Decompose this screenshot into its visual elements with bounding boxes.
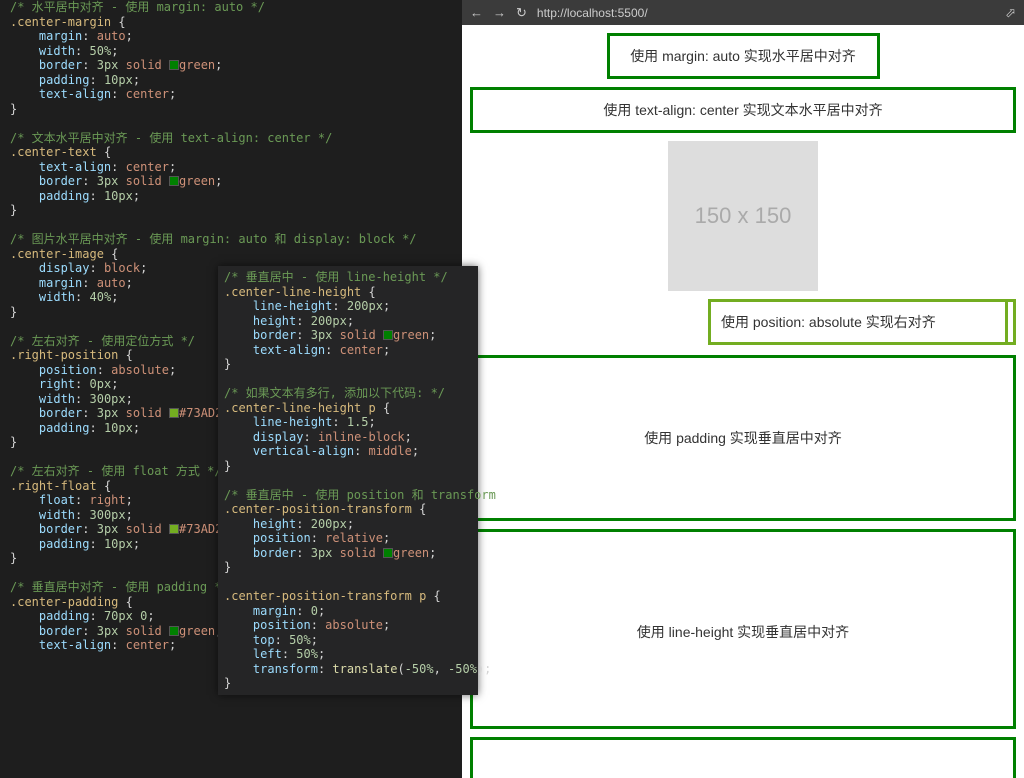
browser-preview: ← → ↻ http://localhost:5500/ ⬀ 使用 margin… bbox=[462, 0, 1024, 778]
rendered-page: 使用 margin: auto 实现水平居中对齐 使用 text-align: … bbox=[462, 25, 1024, 778]
comment: /* 水平居中对齐 - 使用 margin: auto */ bbox=[10, 0, 265, 14]
placeholder-image: 150 x 150 bbox=[668, 141, 818, 291]
nav-back-button[interactable]: ← bbox=[470, 5, 483, 20]
demo-center-image-wrap: 150 x 150 bbox=[470, 141, 1016, 291]
demo-center-transform: 使用 position 和 transform 实现垂直居中对齐 bbox=[470, 737, 1016, 778]
color-swatch-icon bbox=[383, 330, 393, 340]
demo-center-lineheight: 使用 line-height 实现垂直居中对齐 bbox=[470, 529, 1016, 729]
demo-center-padding: 使用 padding 实现垂直居中对齐 bbox=[470, 355, 1016, 521]
address-bar[interactable]: http://localhost:5500/ bbox=[537, 6, 995, 20]
nav-forward-button[interactable]: → bbox=[493, 5, 506, 20]
demo-center-margin: 使用 margin: auto 实现水平居中对齐 bbox=[607, 33, 880, 79]
color-swatch-icon bbox=[169, 524, 179, 534]
color-swatch-icon bbox=[383, 548, 393, 558]
demo-center-text: 使用 text-align: center 实现文本水平居中对齐 bbox=[470, 87, 1016, 133]
code-editor: /* 水平居中对齐 - 使用 margin: auto */ .center-m… bbox=[0, 0, 462, 778]
code-hover-popup: /* 垂直居中 - 使用 line-height */ .center-line… bbox=[218, 266, 478, 695]
color-swatch-icon bbox=[169, 408, 179, 418]
color-swatch-icon bbox=[169, 176, 179, 186]
nav-reload-button[interactable]: ↻ bbox=[516, 5, 527, 21]
color-swatch-icon bbox=[169, 60, 179, 70]
demo-right-position: 使用 position: absolute 实现右对齐 bbox=[708, 299, 1008, 345]
browser-toolbar: ← → ↻ http://localhost:5500/ ⬀ bbox=[462, 0, 1024, 25]
color-swatch-icon bbox=[169, 626, 179, 636]
open-external-icon[interactable]: ⬀ bbox=[1005, 5, 1016, 21]
